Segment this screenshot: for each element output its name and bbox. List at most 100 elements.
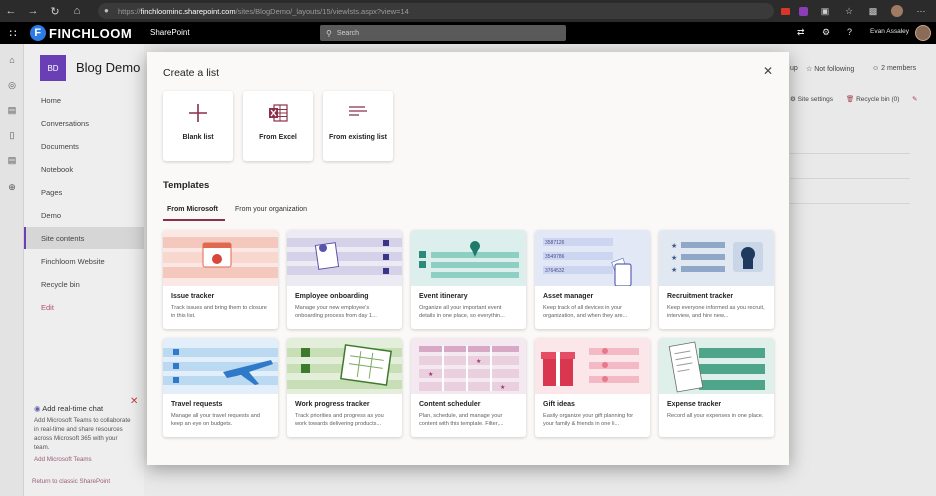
app-rail: ⌂ ◎ ▤ ▯ ▤ ⊕ [0,44,24,496]
template-card-content-scheduler[interactable]: ★ ★ ★ Content scheduler Plan, schedule, … [411,338,526,437]
site-title[interactable]: Blog Demo [76,60,140,75]
settings-icon[interactable]: ⚙ [822,27,830,38]
help-icon[interactable]: ? [847,27,852,37]
favorites-icon[interactable]: ☆ [842,4,856,18]
template-card-recruitment-tracker[interactable]: ★ ★ ★ Recruitment tracker Keep everyone … [659,230,774,329]
template-name: Expense tracker [667,401,722,408]
template-description: Manage all your travel requests and keep… [171,413,260,427]
home-rail-icon[interactable]: ⌂ [6,54,18,66]
forward-icon[interactable]: → [22,0,44,22]
search-input[interactable]: ⚲ Search [320,25,566,41]
back-icon[interactable]: ← [0,0,22,22]
tab-from-microsoft[interactable]: From Microsoft [167,206,218,213]
refresh-icon[interactable]: ↻ [44,0,66,22]
edit-pencil-icon[interactable]: ✎ [912,95,917,103]
search-icon: ⚲ [326,28,332,38]
recruitment-tracker-thumbnail: ★ ★ ★ [659,230,774,286]
svg-text:★: ★ [671,266,677,274]
travel-requests-thumbnail [163,338,278,394]
svg-text:★: ★ [428,371,433,378]
follow-button[interactable]: ☆ Not following [806,65,854,73]
template-card-travel-requests[interactable]: Travel requests Manage all your travel r… [163,338,278,437]
svg-text:★: ★ [671,242,677,250]
url-host: finchloominc.sharepoint.com [140,6,236,16]
template-card-gift-ideas[interactable]: Gift ideas Easily organize your gift pla… [535,338,650,437]
nav-item-notebook[interactable]: Notebook [24,158,144,180]
event-itinerary-thumbnail [411,230,526,286]
extension-red-icon[interactable] [778,4,792,18]
nav-item-finchloom-website[interactable]: Finchloom Website [24,250,144,272]
app-name[interactable]: SharePoint [150,28,190,37]
address-bar[interactable]: ● https://finchloominc.sharepoint.com/si… [98,3,774,19]
star-icon: ☆ [806,66,813,73]
recycle-bin-button[interactable]: 🗑 Recycle bin (0) [846,95,899,103]
gift-ideas-thumbnail [535,338,650,394]
members-button[interactable]: ☺ 2 members [872,65,916,72]
teams-prompt-title: ◉ Add real-time chat [34,404,104,413]
template-card-issue-tracker[interactable]: Issue tracker Track issues and bring the… [163,230,278,329]
from-excel-label: From Excel [259,134,297,141]
nav-item-home[interactable]: Home [24,89,144,111]
close-icon[interactable]: ✕ [761,64,775,78]
asset-number: 3764532 [545,268,565,274]
template-card-employee-onboarding[interactable]: Employee onboarding Manage your new empl… [287,230,402,329]
template-card-expense-tracker[interactable]: Expense tracker Record all your expenses… [659,338,774,437]
site-logo[interactable]: BD [40,55,66,81]
home-icon[interactable]: ⌂ [66,0,88,22]
document-icon[interactable]: ▯ [6,129,18,141]
split-screen-icon[interactable]: ▣ [818,4,832,18]
template-card-asset-manager[interactable]: 3587126 3549786 3764532 Asset manager Ke… [535,230,650,329]
template-name: Asset manager [543,293,594,300]
template-description: Keep track of all devices in your organi… [543,305,628,319]
list-lines-icon [323,101,393,125]
add-teams-link[interactable]: Add Microsoft Teams [34,456,92,463]
templates-heading: Templates [163,180,210,191]
blank-list-card[interactable]: Blank list [163,91,233,161]
nav-item-edit[interactable]: Edit [24,296,144,318]
tab-from-organization[interactable]: From your organization [235,206,307,213]
create-icon[interactable]: ⊕ [6,181,18,193]
nav-item-site-contents[interactable]: Site contents [24,227,144,249]
template-name: Event itinerary [419,293,468,300]
nav-item-recycle-bin[interactable]: Recycle bin [24,273,144,295]
profile-avatar-icon[interactable] [890,4,904,18]
create-list-dialog: Create a list ✕ Blank list From Excel Fr… [147,52,789,465]
gear-icon: ⚙ [790,96,796,103]
share-icon[interactable]: ⇄ [797,27,805,38]
person-icon: ☺ [872,65,880,72]
issue-tracker-thumbnail [163,230,278,286]
asset-number: 3549786 [545,254,565,260]
collections-icon[interactable]: ▩ [866,4,880,18]
from-excel-card[interactable]: From Excel [243,91,313,161]
divider [790,203,910,204]
app-launcher-icon[interactable]: ∷ [6,26,20,40]
nav-item-pages[interactable]: Pages [24,181,144,203]
from-existing-list-card[interactable]: From existing list [323,91,393,161]
selected-tab-indicator [163,219,225,221]
return-classic-link[interactable]: Return to classic SharePoint [32,478,110,485]
asset-manager-thumbnail: 3587126 3549786 3764532 [535,230,650,286]
template-card-event-itinerary[interactable]: Event itinerary Organize all your import… [411,230,526,329]
nav-item-documents[interactable]: Documents [24,135,144,157]
extension-purple-icon[interactable] [796,4,810,18]
lists-icon[interactable]: ▤ [6,154,18,166]
plus-icon [163,101,233,125]
header-more-text: up [790,65,798,72]
content-scheduler-thumbnail: ★ ★ ★ [411,338,526,394]
brand-logo[interactable]: F FINCHLOOM [30,24,132,42]
more-icon[interactable]: ⋯ [914,4,928,18]
template-card-work-progress-tracker[interactable]: Work progress tracker Track priorities a… [287,338,402,437]
close-icon[interactable]: ✕ [130,396,138,407]
user-name[interactable]: Evan Assaley [870,28,909,35]
news-icon[interactable]: ▤ [6,104,18,116]
nav-item-conversations[interactable]: Conversations [24,112,144,134]
template-name: Travel requests [171,401,223,408]
globe-icon[interactable]: ◎ [6,79,18,91]
avatar[interactable] [915,25,931,41]
nav-item-demo[interactable]: Demo [24,204,144,226]
suite-bar: ∷ F FINCHLOOM SharePoint ⚲ Search ⇄ ⚙ ? … [0,22,936,44]
svg-text:★: ★ [500,384,505,391]
template-name: Recruitment tracker [667,293,734,300]
site-settings-button[interactable]: ⚙ Site settings [790,95,833,103]
template-description: Plan, schedule, and manage your content … [419,413,504,427]
